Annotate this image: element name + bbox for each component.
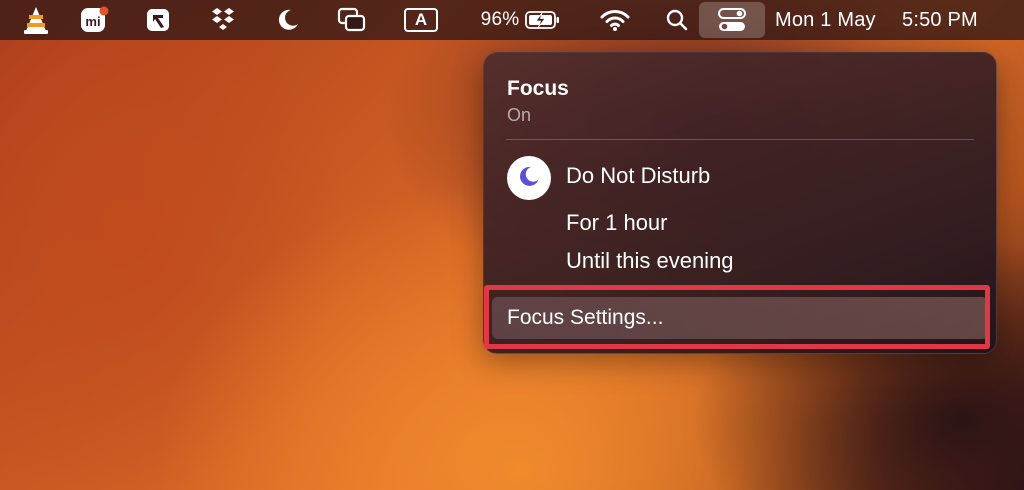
battery-status[interactable]: 96% (471, 0, 571, 40)
input-source-icon[interactable]: A (400, 0, 442, 40)
divider (506, 139, 974, 140)
battery-percent: 96% (480, 9, 520, 30)
do-not-disturb-label[interactable]: Do Not Disturb (566, 163, 710, 189)
moon-icon (517, 164, 541, 193)
menubar-time: 5:50 PM (902, 8, 978, 31)
svg-text:mi: mi (85, 14, 100, 29)
menubar-date: Mon 1 May (775, 8, 876, 31)
battery-charging-icon (525, 10, 561, 30)
option-until-this-evening[interactable]: Until this evening (566, 248, 734, 274)
input-source-label: A (414, 10, 428, 29)
clock-time[interactable]: 5:50 PM (902, 0, 997, 40)
focus-title: Focus (507, 77, 569, 100)
do-not-disturb-toggle[interactable] (507, 156, 551, 200)
vlc-icon[interactable] (18, 0, 54, 40)
focus-status: On (507, 105, 532, 125)
mindmap-app-icon[interactable]: mi (76, 0, 112, 40)
option-for-1-hour[interactable]: For 1 hour (566, 210, 668, 236)
pointer-app-icon[interactable] (140, 0, 176, 40)
window-tiling-icon[interactable] (333, 0, 371, 40)
spotlight-search-icon[interactable] (659, 0, 695, 40)
focus-settings-item[interactable]: Focus Settings... (492, 297, 988, 339)
wifi-icon[interactable] (597, 0, 633, 40)
clock-date[interactable]: Mon 1 May (775, 0, 895, 40)
dropbox-icon[interactable] (205, 0, 241, 40)
focus-moon-icon[interactable] (270, 0, 306, 40)
menu-bar: mi A 96% Mon 1 May 5:50 PM (0, 0, 1024, 40)
control-center-icon[interactable] (699, 2, 765, 38)
focus-menu-panel: Focus On Do Not Disturb For 1 hour Until… (483, 52, 997, 354)
focus-settings-label: Focus Settings... (507, 306, 664, 329)
